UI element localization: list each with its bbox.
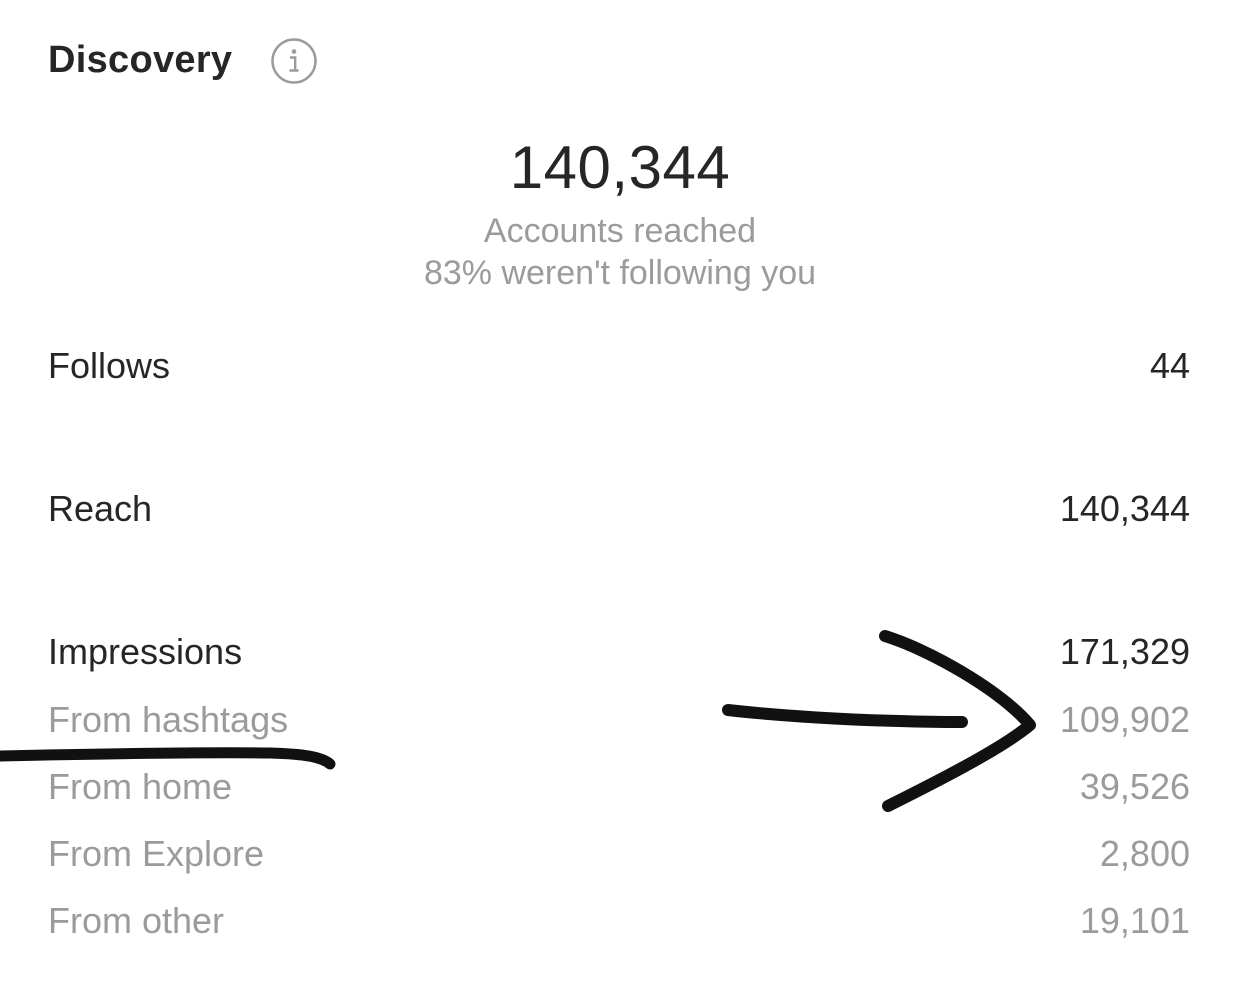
source-row-explore: From Explore 2,800 (48, 832, 1190, 876)
source-value: 109,902 (1059, 699, 1190, 740)
metric-value: 44 (1149, 345, 1190, 386)
source-label: From Explore (48, 833, 265, 874)
metric-value: 171,329 (1059, 631, 1190, 672)
info-icon[interactable] (270, 37, 318, 85)
metric-row-follows: Follows 44 (48, 344, 1190, 388)
metric-label: Reach (48, 488, 153, 529)
reach-summary: 140,344 Accounts reached 83% weren't fol… (0, 128, 1240, 294)
metric-label: Impressions (48, 631, 243, 672)
source-value: 2,800 (1099, 833, 1190, 874)
metric-row-impressions: Impressions 171,329 (48, 630, 1190, 674)
non-followers-percentage: 83% weren't following you (423, 254, 817, 292)
discovery-header: Discovery (48, 34, 232, 86)
section-title: Discovery (48, 38, 233, 81)
source-row-other: From other 19,101 (48, 899, 1190, 943)
handwritten-underline (0, 747, 336, 770)
metric-value: 140,344 (1059, 488, 1190, 529)
source-value: 19,101 (1079, 900, 1190, 941)
source-label: From hashtags (48, 699, 289, 740)
source-label: From home (48, 766, 233, 807)
source-label: From other (48, 900, 225, 941)
source-value: 39,526 (1079, 766, 1190, 807)
accounts-reached-label: Accounts reached (483, 212, 757, 250)
source-row-hashtags: From hashtags 109,902 (48, 698, 1190, 742)
accounts-reached-value: 140,344 (509, 134, 731, 201)
metric-row-reach: Reach 140,344 (48, 487, 1190, 531)
source-row-home: From home 39,526 (48, 765, 1190, 809)
metric-label: Follows (48, 345, 171, 386)
